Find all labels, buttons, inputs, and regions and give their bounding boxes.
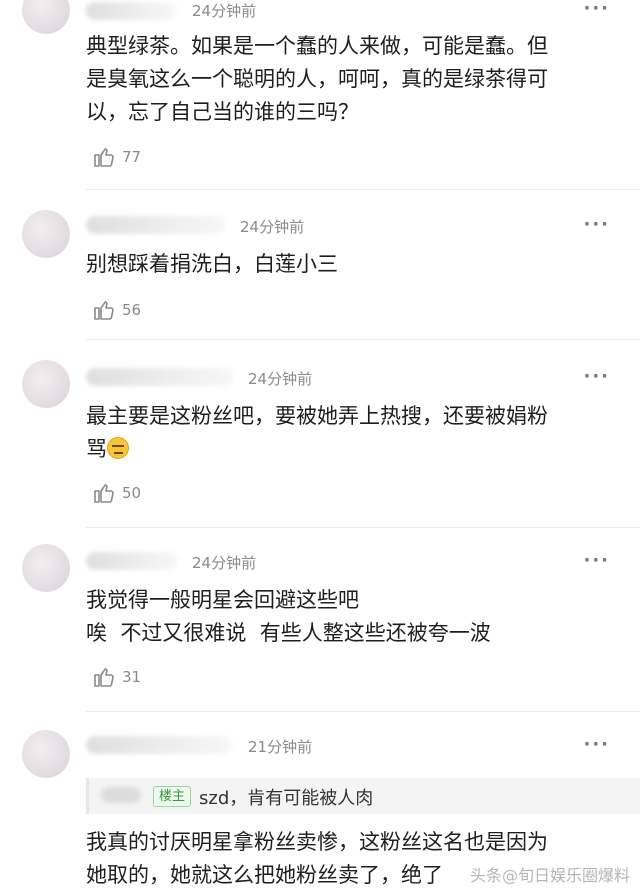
more-options-icon[interactable]: ··· bbox=[583, 734, 610, 755]
like-count: 31 bbox=[122, 668, 142, 686]
avatar[interactable] bbox=[22, 730, 70, 778]
thumbs-up-icon bbox=[94, 301, 114, 320]
comment-text: 最主要是这粉丝吧，要被她弄上热搜，还要被娟粉 骂 bbox=[86, 400, 616, 466]
like-button[interactable]: 56 bbox=[92, 298, 141, 322]
comment-time: 24分钟前 bbox=[192, 2, 257, 20]
like-button[interactable]: 77 bbox=[92, 145, 141, 169]
comment-line: 是臭氧这么一个聪明的人，呵呵，真的是绿茶得可 bbox=[86, 67, 548, 91]
quoted-username-blurred bbox=[101, 787, 141, 803]
comment-2: 24分钟前 ··· 别想踩着捐洗白，白莲小三 56 bbox=[0, 190, 640, 340]
comment-line: 骂 bbox=[86, 437, 107, 461]
neutral-face-emoji-icon bbox=[107, 437, 129, 459]
comment-line: 我真的讨厌明星拿粉丝卖惨，这粉丝这名也是因为 bbox=[86, 830, 548, 854]
comment-line: 典型绿茶。如果是一个蠢的人来做，可能是蠢。但 bbox=[86, 34, 548, 58]
avatar[interactable] bbox=[22, 360, 70, 408]
comment-time: 24分钟前 bbox=[248, 370, 313, 388]
comment-3: 24分钟前 ··· 最主要是这粉丝吧，要被她弄上热搜，还要被娟粉 骂 50 bbox=[0, 340, 640, 530]
thumbs-up-icon bbox=[94, 148, 114, 167]
username-blurred[interactable] bbox=[86, 736, 232, 754]
comment-time: 24分钟前 bbox=[192, 554, 257, 572]
comment-time: 21分钟前 bbox=[248, 738, 313, 756]
username-blurred[interactable] bbox=[86, 2, 176, 20]
thumbs-up-icon bbox=[94, 484, 114, 503]
comment-line: 我觉得一般明星会回避这些吧 bbox=[86, 588, 359, 612]
username-blurred[interactable] bbox=[86, 216, 226, 234]
comment-text: 我觉得一般明星会回避这些吧 唉 不过又很难说 有些人整这些还被夸一波 bbox=[86, 584, 616, 650]
comment-line: 以，忘了自己当的谁的三吗？ bbox=[86, 100, 359, 124]
avatar[interactable] bbox=[22, 544, 70, 592]
avatar[interactable] bbox=[22, 210, 70, 258]
comment-line: 唉 不过又很难说 有些人整这些还被夸一波 bbox=[86, 621, 491, 645]
reply-quote[interactable]: 楼主 szd，肯有可能被人肉 bbox=[86, 778, 640, 814]
like-button[interactable]: 31 bbox=[92, 665, 141, 689]
username-blurred[interactable] bbox=[86, 368, 234, 386]
comment-line: 最主要是这粉丝吧，要被她弄上热搜，还要被娟粉 bbox=[86, 404, 548, 428]
like-count: 56 bbox=[122, 301, 142, 319]
comment-1: 24分钟前 ··· 典型绿茶。如果是一个蠢的人来做，可能是蠢。但 是臭氧这么一个… bbox=[0, 0, 640, 190]
like-count: 50 bbox=[122, 484, 142, 502]
thumbs-up-icon bbox=[94, 668, 114, 687]
comment-line: 别想踩着捐洗白，白莲小三 bbox=[86, 252, 338, 276]
reply-quote-text: szd，肯有可能被人肉 bbox=[199, 788, 374, 809]
comment-text: 典型绿茶。如果是一个蠢的人来做，可能是蠢。但 是臭氧这么一个聪明的人，呵呵，真的… bbox=[86, 30, 616, 129]
avatar[interactable] bbox=[22, 0, 70, 34]
more-options-icon[interactable]: ··· bbox=[583, 214, 610, 235]
op-badge: 楼主 bbox=[153, 786, 192, 807]
comment-line-with-emoji: 骂 bbox=[86, 433, 616, 466]
more-options-icon[interactable]: ··· bbox=[583, 550, 610, 571]
watermark: 头条@旬日娱乐圈爆料 bbox=[469, 866, 630, 885]
comment-4: 24分钟前 ··· 我觉得一般明星会回避这些吧 唉 不过又很难说 有些人整这些还… bbox=[0, 528, 640, 712]
more-options-icon[interactable]: ··· bbox=[583, 366, 610, 387]
more-options-icon[interactable]: ··· bbox=[583, 0, 610, 19]
username-blurred[interactable] bbox=[86, 552, 178, 570]
like-button[interactable]: 50 bbox=[92, 481, 141, 505]
comment-text: 别想踩着捐洗白，白莲小三 bbox=[86, 248, 616, 281]
like-count: 77 bbox=[122, 148, 142, 166]
comment-time: 24分钟前 bbox=[240, 218, 305, 236]
